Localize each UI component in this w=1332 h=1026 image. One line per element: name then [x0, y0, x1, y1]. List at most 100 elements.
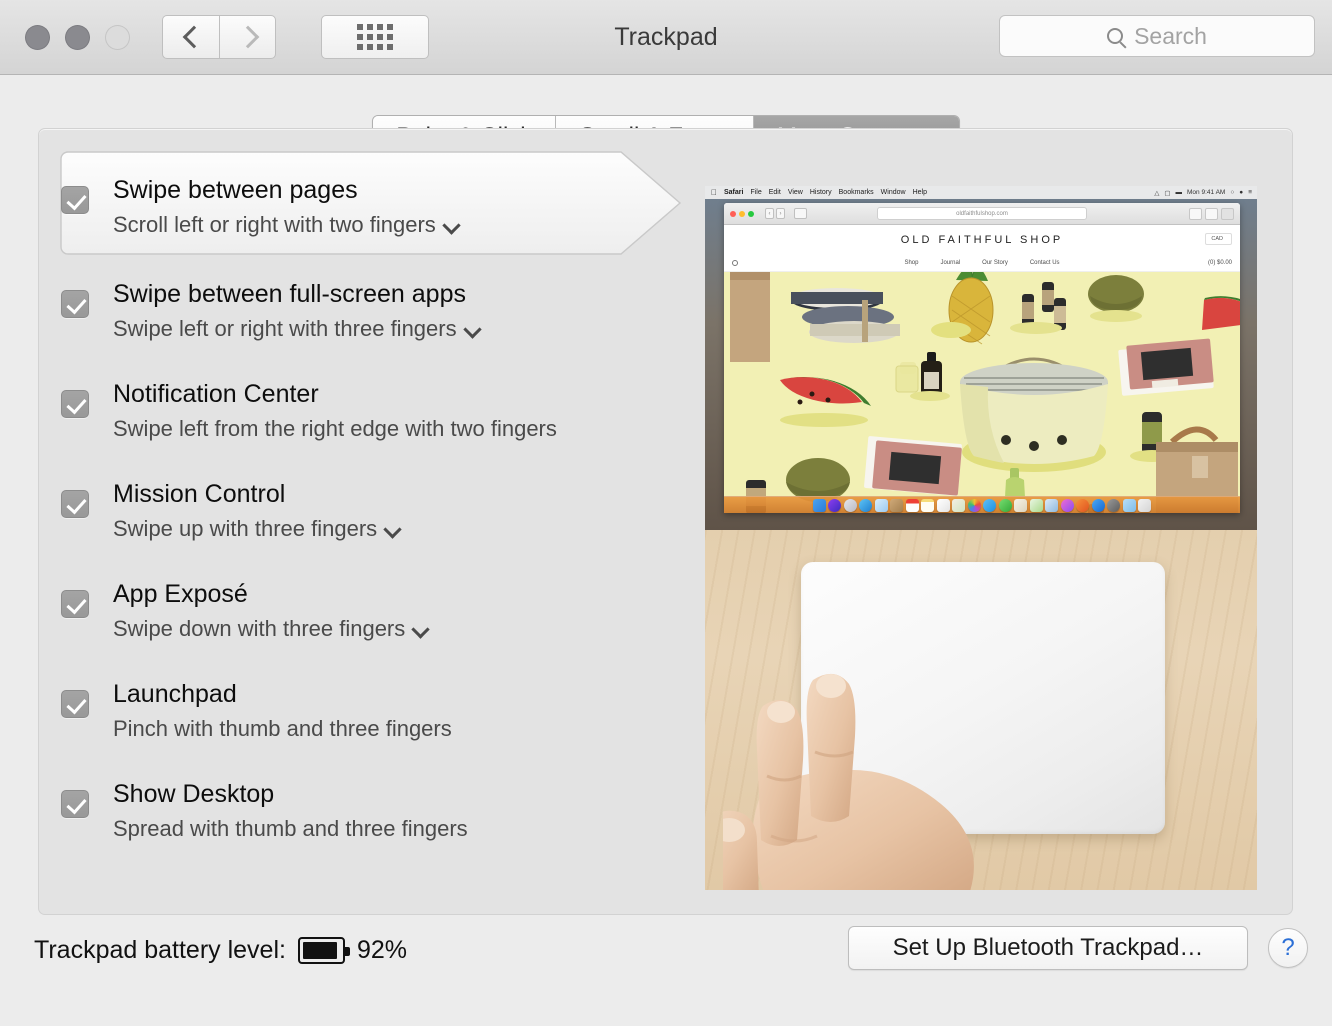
chevron-down-icon[interactable] — [386, 523, 399, 536]
ibooks-icon[interactable] — [1076, 498, 1090, 512]
demo-trackpad-photo — [705, 530, 1257, 890]
gesture-row-launchpad[interactable]: Launchpad Pinch with thumb and three fin… — [39, 655, 699, 755]
preferences-icon[interactable] — [1107, 498, 1121, 512]
gesture-row-notification-center[interactable]: Notification Center Swipe left from the … — [39, 355, 699, 455]
gesture-text-block: Mission Control Swipe up with three fing… — [113, 455, 399, 544]
setup-bluetooth-trackpad-button[interactable]: Set Up Bluetooth Trackpad… — [848, 926, 1248, 970]
calendar-icon[interactable] — [905, 498, 919, 512]
maps-icon[interactable] — [952, 498, 966, 512]
gesture-subtitle: Pinch with thumb and three fingers — [113, 716, 452, 741]
airplay-icon: ▢ — [1164, 189, 1171, 197]
menu-item-history: History — [803, 189, 832, 196]
gesture-subtitle: Scroll left or right with two fingers — [113, 212, 436, 237]
hero-product-illustration — [724, 272, 1240, 513]
safari-traffic-lights — [730, 210, 754, 217]
battery-icon — [297, 937, 350, 964]
finder-icon[interactable] — [812, 498, 826, 512]
battery-icon: ▬ — [1175, 189, 1183, 196]
siri-icon: ● — [1239, 189, 1244, 196]
show-all-grid-icon — [357, 24, 393, 50]
chevron-down-icon[interactable] — [414, 623, 427, 636]
apple-menu-icon:  — [711, 188, 717, 197]
nav-link-shop: Shop — [904, 260, 919, 266]
help-icon: ? — [1281, 934, 1295, 961]
gesture-subtitle: Swipe down with three fingers — [113, 616, 406, 641]
gesture-title: Swipe between full-screen apps — [113, 280, 466, 308]
gesture-row-swipe-between-pages[interactable]: Swipe between pages Scroll left or right… — [39, 151, 699, 255]
minimize-button[interactable] — [65, 24, 90, 50]
gesture-subtitle-row: Pinch with thumb and three fingers — [113, 714, 452, 744]
gesture-checkbox[interactable] — [61, 790, 89, 818]
show-all-button[interactable] — [321, 15, 429, 59]
battery-percent: 92% — [356, 936, 408, 964]
appstore-icon[interactable] — [1091, 498, 1105, 512]
close-button[interactable] — [25, 24, 50, 50]
chevron-down-icon[interactable] — [466, 323, 479, 336]
safari-window: ‹ › oldfaithfulshop.com OLD FAITHFUL SHO… — [724, 203, 1240, 513]
window-titlebar: Trackpad Search — [0, 0, 1332, 75]
downloads-folder-icon[interactable] — [1122, 498, 1136, 512]
bottom-bar: Trackpad battery level: 92% Set Up Bluet… — [0, 916, 1332, 1026]
gesture-subtitle-row[interactable]: Swipe left or right with three fingers — [113, 314, 479, 344]
gesture-demo-preview:  Safari File Edit View History Bookmark… — [705, 186, 1257, 890]
facetime-icon[interactable] — [998, 498, 1012, 512]
gesture-row-show-desktop[interactable]: Show Desktop Spread with thumb and three… — [39, 755, 699, 855]
chevron-right-icon — [240, 25, 255, 50]
gesture-subtitle: Swipe left or right with three fingers — [113, 316, 457, 341]
macos-dock — [724, 496, 1240, 513]
traffic-lights — [25, 24, 130, 50]
contacts-icon[interactable] — [890, 498, 904, 512]
gesture-checkbox[interactable] — [61, 490, 89, 518]
zoom-button[interactable] — [105, 24, 130, 50]
gesture-title: App Exposé — [113, 580, 248, 608]
gesture-checkbox[interactable] — [61, 390, 89, 418]
menu-item-file: File — [744, 189, 761, 196]
gesture-row-app-expose[interactable]: App Exposé Swipe down with three fingers — [39, 555, 699, 655]
gesture-subtitle-row[interactable]: Swipe down with three fingers — [113, 614, 427, 644]
gesture-checkbox-wrap — [61, 555, 113, 618]
itunes-icon[interactable] — [1060, 498, 1074, 512]
notes-icon[interactable] — [921, 498, 935, 512]
gesture-row-mission-control[interactable]: Mission Control Swipe up with three fing… — [39, 455, 699, 555]
gesture-checkbox-wrap — [61, 655, 113, 718]
help-button[interactable]: ? — [1268, 928, 1308, 968]
trash-icon[interactable] — [1138, 498, 1152, 512]
gesture-checkbox[interactable] — [61, 186, 89, 214]
website-logo: OLD FAITHFUL SHOP — [900, 234, 1064, 246]
back-button[interactable] — [162, 15, 219, 59]
nav-link-journal: Journal — [940, 260, 961, 266]
search-placeholder: Search — [1134, 22, 1207, 49]
mail-icon[interactable] — [874, 498, 888, 512]
numbers-icon[interactable] — [1029, 498, 1043, 512]
menu-item-bookmarks: Bookmarks — [832, 189, 874, 196]
gesture-subtitle-row[interactable]: Scroll left or right with two fingers — [113, 210, 458, 240]
siri-icon[interactable] — [828, 498, 842, 512]
gesture-subtitle-row[interactable]: Swipe up with three fingers — [113, 514, 399, 544]
battery-label: Trackpad battery level: — [34, 936, 286, 964]
gesture-row-swipe-between-full-screen-apps[interactable]: Swipe between full-screen apps Swipe lef… — [39, 255, 699, 355]
messages-icon[interactable] — [983, 498, 997, 512]
launchpad-icon[interactable] — [843, 498, 857, 512]
gesture-checkbox[interactable] — [61, 590, 89, 618]
gesture-text-block: Swipe between pages Scroll left or right… — [113, 151, 458, 240]
chevron-down-icon[interactable] — [445, 219, 458, 232]
gesture-subtitle-row: Spread with thumb and three fingers — [113, 814, 468, 844]
safari-nav-buttons: ‹ › — [765, 208, 785, 219]
website-nav: Shop Journal Our Story Contact Us (0) $0… — [724, 255, 1240, 272]
menu-item-window: Window — [874, 189, 906, 196]
safari-icon[interactable] — [859, 498, 873, 512]
gesture-checkbox-wrap — [61, 355, 113, 418]
forward-button[interactable] — [219, 15, 276, 59]
macos-menu-bar:  Safari File Edit View History Bookmark… — [705, 186, 1257, 199]
gesture-checkbox[interactable] — [61, 290, 89, 318]
gesture-title: Notification Center — [113, 380, 319, 408]
keynote-icon[interactable] — [1045, 498, 1059, 512]
pages-icon[interactable] — [1014, 498, 1028, 512]
photos-icon[interactable] — [967, 498, 981, 512]
sidebar-icon — [794, 208, 807, 219]
currency-selector: CAD — [1205, 233, 1232, 245]
menu-bar-items:  Safari File Edit View History Bookmark… — [711, 188, 927, 197]
gesture-checkbox[interactable] — [61, 690, 89, 718]
reminders-icon[interactable] — [936, 498, 950, 512]
search-field[interactable]: Search — [999, 15, 1315, 57]
